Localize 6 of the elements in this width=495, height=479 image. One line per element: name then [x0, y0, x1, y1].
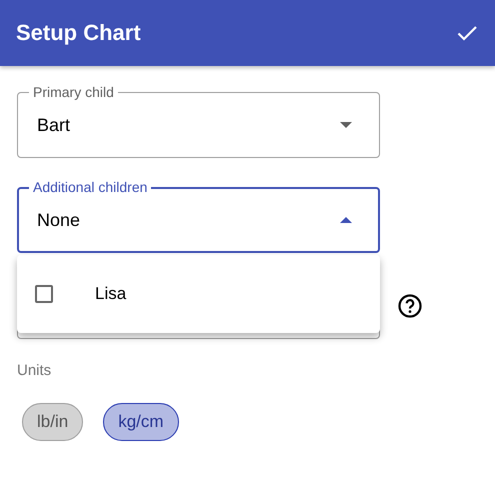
- units-label: Units: [17, 362, 52, 379]
- field-label: Additional children: [29, 179, 152, 195]
- field-label: Primary child: [29, 84, 118, 100]
- app-title: Setup Chart: [16, 20, 141, 46]
- field-value: None: [37, 210, 82, 230]
- field-value: Bart: [37, 114, 72, 136]
